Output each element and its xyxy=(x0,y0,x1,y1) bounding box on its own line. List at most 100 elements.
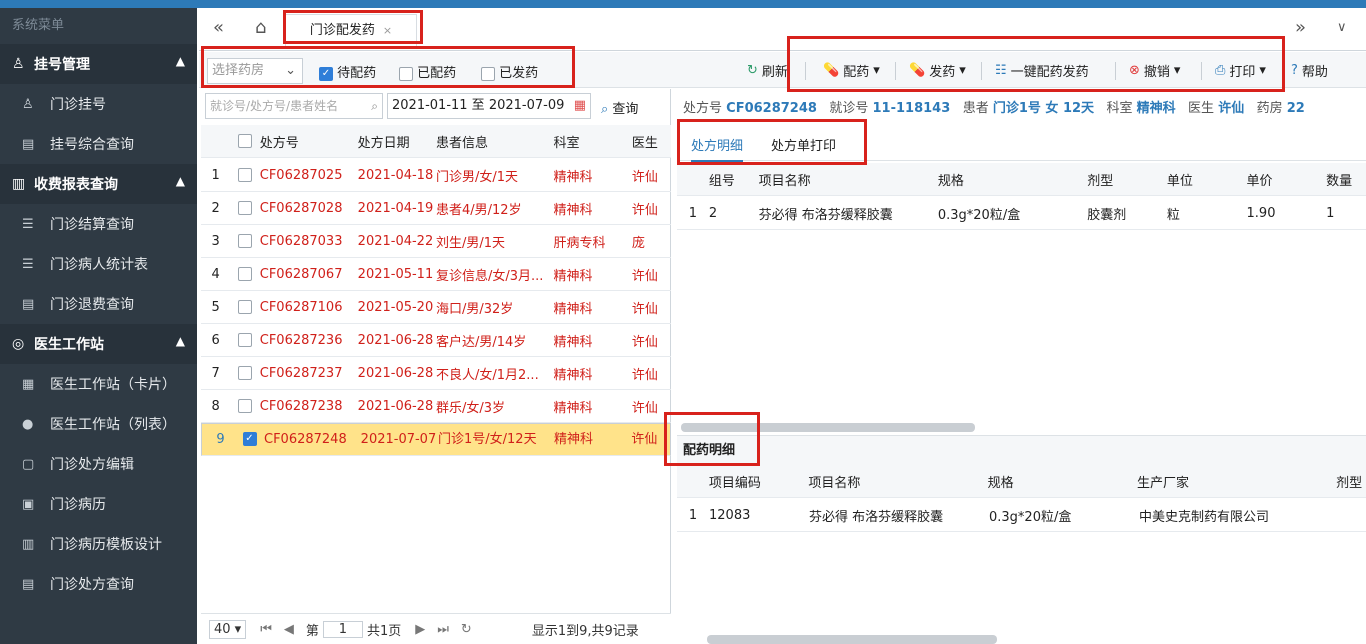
caret-down-icon: ▾ xyxy=(959,63,966,78)
sidebar-item-medical-record[interactable]: ▣ 门诊病历 xyxy=(0,484,197,524)
table-row[interactable]: 1 12083 芬必得 布洛芬缓释胶囊 0.3g*20粒/盒 中美史克制药有限公… xyxy=(677,499,1366,532)
collapse-sidebar-icon[interactable]: « xyxy=(213,17,224,38)
sidebar-item-label: 门诊退费查询 xyxy=(50,297,134,313)
dispense-button[interactable]: 💊 配药 ▾ xyxy=(823,61,880,80)
table-row[interactable]: 2 CF06287028 2021-04-19 患者4/男/12岁 精神科 许仙 xyxy=(201,192,671,225)
column-header[interactable]: 单位 xyxy=(1167,170,1247,189)
cell-rx: CF06287248 xyxy=(264,431,347,447)
sidebar-item-registration-query[interactable]: ▤ 挂号综合查询 xyxy=(0,124,197,164)
close-icon[interactable]: × xyxy=(383,24,392,37)
next-page-icon[interactable]: ▶ xyxy=(415,622,425,637)
column-header[interactable]: 处方日期 xyxy=(358,132,436,151)
row-checkbox[interactable] xyxy=(238,399,253,413)
row-number: 9 xyxy=(216,431,225,447)
row-checkbox[interactable] xyxy=(238,300,253,314)
column-header[interactable]: 规格 xyxy=(938,170,1087,189)
table-row[interactable]: 4 CF06287067 2021-05-11 复诊信息/女/3月... 精神科 许仙 xyxy=(201,258,671,291)
sidebar-group-doctor-station[interactable]: ◎ 医生工作站 ▲ xyxy=(0,324,197,364)
column-header[interactable]: 数量 xyxy=(1326,170,1366,189)
column-header[interactable]: 患者信息 xyxy=(436,132,554,151)
sidebar-item-refund-query[interactable]: ▤ 门诊退费查询 xyxy=(0,284,197,324)
column-header[interactable]: 剂型 xyxy=(1087,170,1167,189)
row-checkbox[interactable] xyxy=(238,333,253,347)
scroll-tabs-right-icon[interactable]: » xyxy=(1295,17,1306,38)
horizontal-scrollbar[interactable] xyxy=(681,423,975,432)
reload-icon[interactable]: ↻ xyxy=(461,622,472,637)
refresh-button[interactable]: ↻ 刷新 xyxy=(747,61,788,80)
row-checkbox[interactable] xyxy=(238,168,253,182)
row-number: 6 xyxy=(211,332,220,348)
chevron-up-icon: ▲ xyxy=(175,334,185,348)
table-row[interactable]: 7 CF06287237 2021-06-28 不良人/女/1月2... 精神科 许仙 xyxy=(201,357,671,390)
row-checkbox[interactable] xyxy=(238,267,253,281)
sidebar-item-patient-stats[interactable]: ☰ 门诊病人统计表 xyxy=(0,244,197,284)
caret-down-icon: ▾ xyxy=(1259,63,1266,78)
issue-button[interactable]: 💊 发药 ▾ xyxy=(909,61,966,80)
filter-dispensed-checkbox[interactable]: 已配药 xyxy=(399,62,456,81)
row-checkbox[interactable]: ✓ xyxy=(242,432,257,446)
info-label: 药房 xyxy=(1256,101,1283,116)
sidebar-item-record-template[interactable]: ▥ 门诊病历模板设计 xyxy=(0,524,197,564)
column-header[interactable]: 剂型 xyxy=(1336,472,1366,491)
sidebar-item-label: 医生工作站（卡片） xyxy=(50,377,176,393)
filter-pending-checkbox[interactable]: ✓ 待配药 xyxy=(319,62,376,81)
sidebar-item-doctor-list[interactable]: ● 医生工作站（列表） xyxy=(0,404,197,444)
column-header[interactable]: 项目名称 xyxy=(808,472,987,491)
one-key-dispense-button[interactable]: ☷ 一键配药发药 xyxy=(995,61,1089,80)
search-icon: ⌕ xyxy=(601,102,609,117)
horizontal-scrollbar[interactable] xyxy=(707,635,997,644)
tab-prescription-detail[interactable]: 处方明细 xyxy=(691,135,744,162)
page-size-value: 40 xyxy=(214,621,231,637)
column-header[interactable]: 单价 xyxy=(1247,170,1327,189)
date-range-input[interactable]: 2021-01-11 至 2021-07-09 ▦ xyxy=(387,93,591,119)
pharmacy-select[interactable]: 选择药房 ⌄ xyxy=(207,58,303,84)
first-page-icon[interactable]: ⏮ xyxy=(260,622,272,637)
column-header[interactable]: 医生 xyxy=(632,132,671,151)
column-header[interactable]: 规格 xyxy=(988,472,1137,491)
sidebar-item-settlement-query[interactable]: ☰ 门诊结算查询 xyxy=(0,204,197,244)
table-row[interactable]: 6 CF06287236 2021-06-28 客户达/男/14岁 精神科 许仙 xyxy=(201,324,671,357)
cell-rx: CF06287237 xyxy=(259,365,343,381)
undo-button[interactable]: ⊗ 撤销 ▾ xyxy=(1129,61,1180,80)
sidebar-item-prescription-query[interactable]: ▤ 门诊处方查询 xyxy=(0,564,197,604)
select-all-checkbox[interactable] xyxy=(238,134,253,148)
column-header[interactable]: 科室 xyxy=(554,132,632,151)
query-button[interactable]: ⌕ 查询 xyxy=(601,98,638,117)
table-row[interactable]: 5 CF06287106 2021-05-20 海口/男/32岁 精神科 许仙 xyxy=(201,291,671,324)
document-icon: ▤ xyxy=(22,576,35,592)
column-header[interactable]: 组号 xyxy=(709,170,759,189)
row-checkbox[interactable] xyxy=(238,234,253,248)
table-row[interactable]: 8 CF06287238 2021-06-28 群乐/女/3岁 精神科 许仙 xyxy=(201,390,671,423)
column-header[interactable]: 项目编码 xyxy=(709,472,809,491)
tab-label: 门诊配发药 xyxy=(309,23,375,38)
search-input[interactable]: 就诊号/处方号/患者姓名 ⌕ xyxy=(205,93,383,119)
sidebar-group-billing[interactable]: ▥ 收费报表查询 ▲ xyxy=(0,164,197,204)
column-header[interactable]: 处方号 xyxy=(260,132,358,151)
table-row[interactable]: 3 CF06287033 2021-04-22 刘生/男/1天 肝病专科 庞 xyxy=(201,225,671,258)
row-checkbox[interactable] xyxy=(238,366,253,380)
home-icon[interactable]: ⌂ xyxy=(255,17,266,38)
last-page-icon[interactable]: ⏭ xyxy=(437,622,449,637)
table-row[interactable]: 1 CF06287025 2021-04-18 门诊男/女/1天 精神科 许仙 xyxy=(201,159,671,192)
cell-dept: 精神科 xyxy=(553,268,593,284)
help-button[interactable]: ? 帮助 xyxy=(1291,61,1328,80)
table-row[interactable]: 1 2 芬必得 布洛芬缓释胶囊 0.3g*20粒/盒 胶囊剂 粒 1.90 1 xyxy=(677,197,1366,230)
table-row[interactable]: 9 ✓ CF06287248 2021-07-07 门诊1号/女/12天 精神科 许仙 xyxy=(201,423,671,456)
sidebar-item-prescription-edit[interactable]: ▢ 门诊处方编辑 xyxy=(0,444,197,484)
prev-page-icon[interactable]: ◀ xyxy=(284,622,294,637)
cell-date: 2021-07-07 xyxy=(360,431,437,447)
grid-icon: ▦ xyxy=(22,376,35,392)
sidebar-group-registration[interactable]: ♙ 挂号管理 ▲ xyxy=(0,44,197,84)
page-size-select[interactable]: 40 ▾ xyxy=(209,619,247,639)
print-button[interactable]: ⎙ 打印 ▾ xyxy=(1215,61,1266,80)
row-checkbox[interactable] xyxy=(238,201,253,215)
page-input[interactable]: 1 xyxy=(322,620,363,638)
tab-prescription-print[interactable]: 处方单打印 xyxy=(771,135,836,154)
sidebar-item-outpatient-registration[interactable]: ♙ 门诊挂号 xyxy=(0,84,197,124)
tab-outpatient-dispensing[interactable]: 门诊配发药 × xyxy=(285,14,417,48)
chevron-down-icon[interactable]: ∨ xyxy=(1337,20,1347,35)
sidebar-item-doctor-card[interactable]: ▦ 医生工作站（卡片） xyxy=(0,364,197,404)
filter-issued-checkbox[interactable]: 已发药 xyxy=(481,62,538,81)
column-header[interactable]: 生产厂家 xyxy=(1137,472,1336,491)
column-header[interactable]: 项目名称 xyxy=(759,170,938,189)
